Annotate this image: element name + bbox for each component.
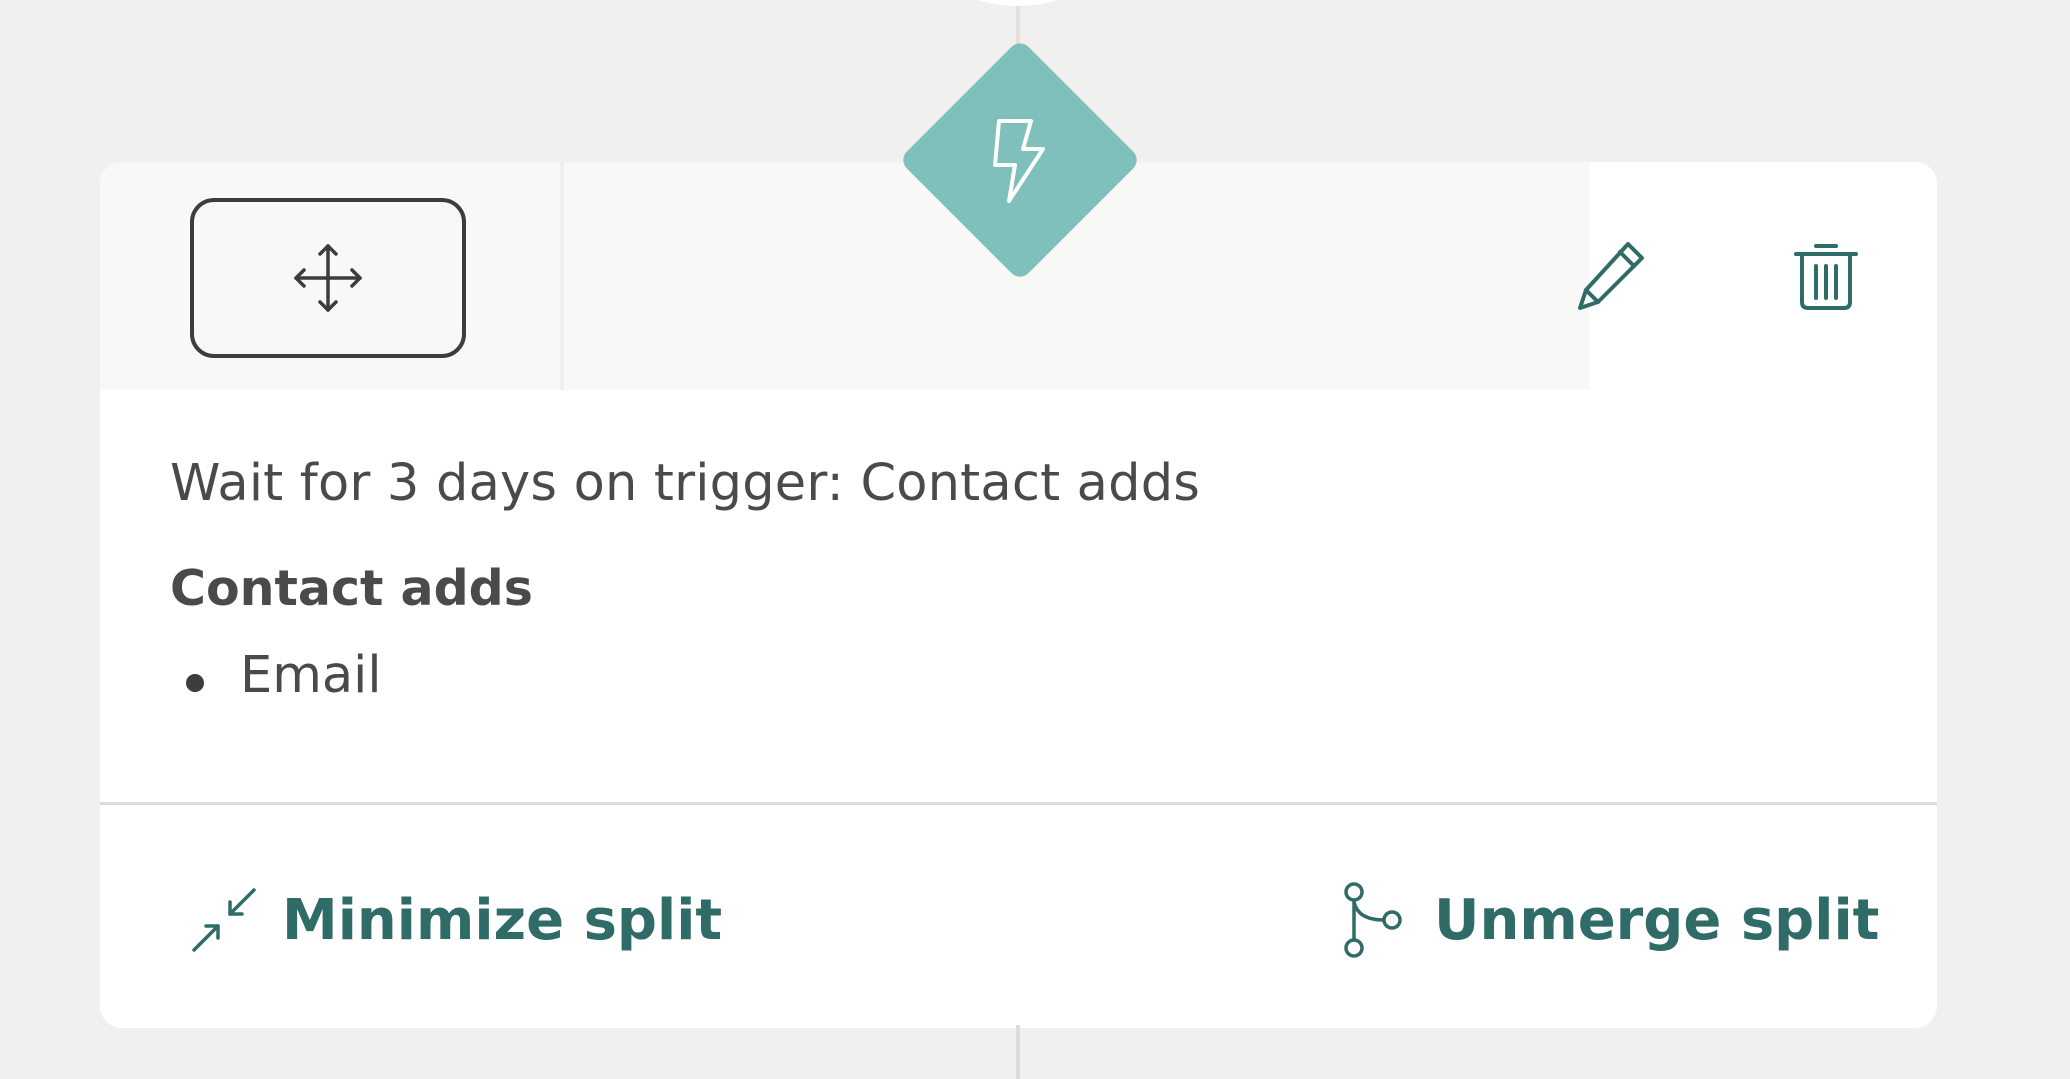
condition-list: Email [170, 646, 382, 705]
list-item: Email [170, 646, 382, 705]
workflow-canvas: Wait for 3 days on trigger: Contact adds… [0, 0, 2070, 1079]
branch-icon [1344, 882, 1402, 958]
condition-heading: Contact adds [170, 560, 533, 617]
pencil-icon [1578, 242, 1644, 310]
previous-node-edge [968, 0, 1068, 6]
wait-step-card: Wait for 3 days on trigger: Contact adds… [100, 162, 1937, 1028]
bullet-dot [186, 674, 204, 692]
minimize-split-label: Minimize split [282, 887, 723, 953]
unmerge-split-button[interactable]: Unmerge split [1336, 875, 1879, 965]
minimize-arrows-icon [192, 888, 256, 952]
trash-icon [1794, 244, 1858, 310]
card-footer: Minimize split Unmerge split [100, 805, 1937, 1028]
edit-button[interactable] [1562, 228, 1658, 324]
minimize-split-button[interactable]: Minimize split [188, 875, 722, 965]
lightning-bolt-icon [993, 119, 1045, 203]
move-arrows-icon [294, 244, 362, 312]
connector-line-bottom [1016, 1025, 1020, 1079]
condition-item-label: Email [240, 646, 382, 705]
trigger-node[interactable] [898, 38, 1142, 282]
delete-button[interactable] [1778, 228, 1874, 324]
move-button[interactable] [190, 198, 466, 358]
step-summary: Wait for 3 days on trigger: Contact adds [170, 454, 1201, 513]
unmerge-split-label: Unmerge split [1434, 887, 1880, 953]
